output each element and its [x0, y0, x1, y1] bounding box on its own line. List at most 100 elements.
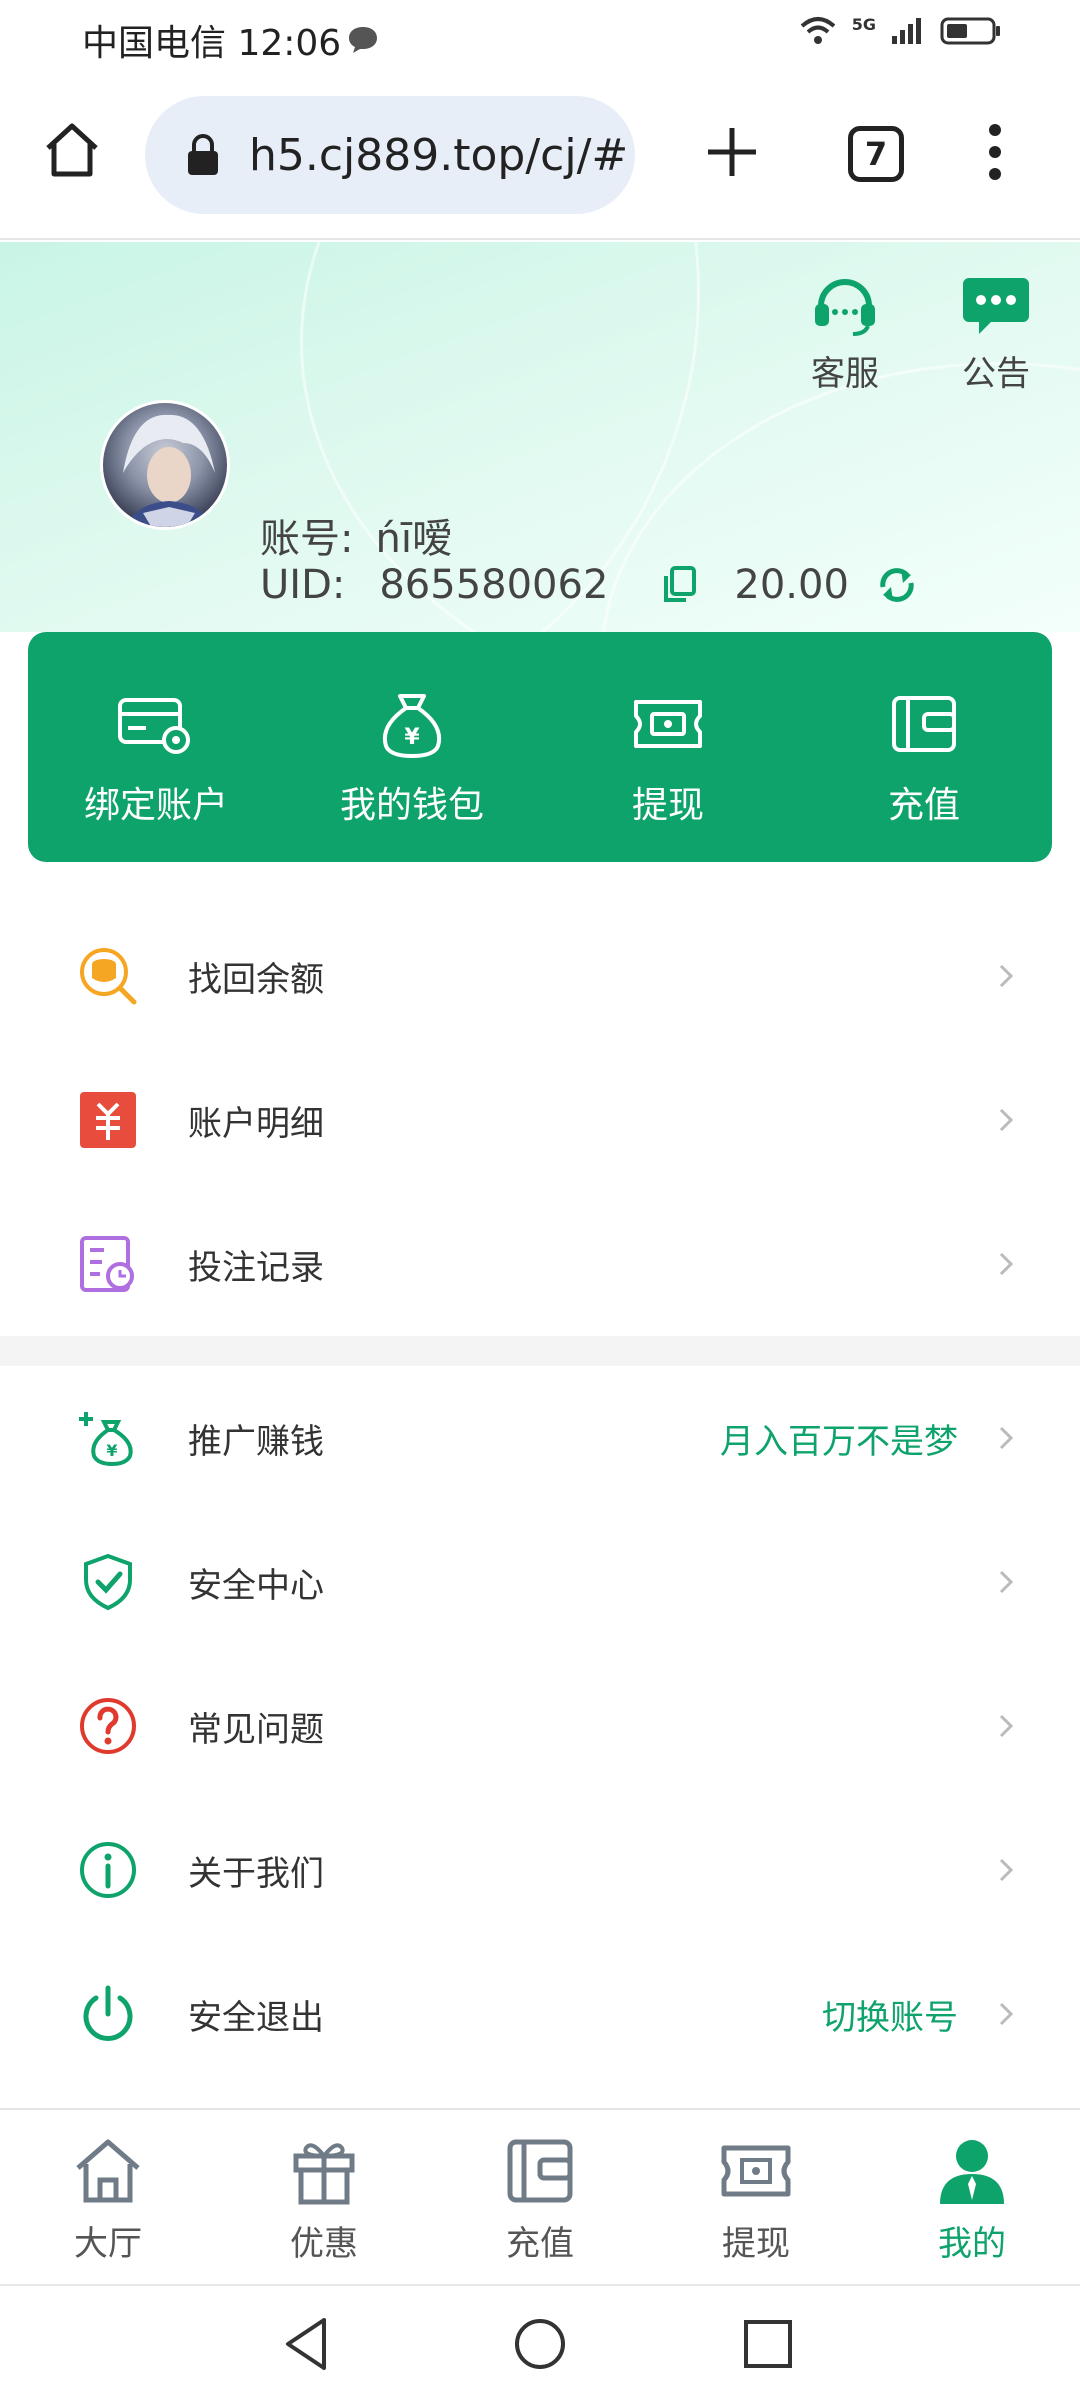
account-label: 账号:: [260, 516, 354, 562]
home-circle-icon[interactable]: [510, 2314, 570, 2374]
switch-account-link[interactable]: 切换账号: [822, 1990, 958, 2039]
question-icon: [80, 1698, 136, 1754]
nav-withdraw[interactable]: 提现: [648, 2110, 864, 2284]
wifi-icon: [800, 17, 836, 44]
chevron-right-icon: [999, 1108, 1014, 1132]
menu-item-recover-balance[interactable]: 找回余额: [0, 904, 1080, 1048]
nav-recharge[interactable]: 充值: [432, 2110, 648, 2284]
refresh-icon[interactable]: [875, 565, 919, 605]
nav-lobby-label: 大厅: [74, 2224, 142, 2264]
nav-promotions[interactable]: 优惠: [216, 2110, 432, 2284]
my-wallet-button[interactable]: ¥ 我的钱包: [284, 632, 540, 862]
recharge-button[interactable]: 充值: [796, 632, 1052, 862]
profile-header: 客服 公告 账号: ńī嗳 UID: 865580062 20.00: [0, 242, 1080, 632]
chevron-right-icon: [999, 1426, 1014, 1450]
withdraw-button[interactable]: 提现: [540, 632, 796, 862]
back-triangle-icon[interactable]: [278, 2314, 338, 2374]
menu-label-bet-records: 投注记录: [188, 1247, 324, 1288]
menu-group-records: 找回余额 账户明细 投注记录: [0, 904, 1080, 1336]
menu-label-security-center: 安全中心: [188, 1565, 324, 1606]
battery-icon: [940, 17, 1000, 45]
recents-square-icon[interactable]: [738, 2314, 798, 2374]
gift-icon: [293, 2143, 355, 2205]
menu-label-logout: 安全退出: [188, 1997, 324, 2038]
shield-check-icon: [84, 1553, 132, 1611]
quick-actions-card: 绑定账户 ¥ 我的钱包 提现 充值: [28, 632, 1052, 862]
svg-text:¥: ¥: [404, 725, 420, 750]
address-bar[interactable]: h5.cj889.top/cj/#: [145, 96, 635, 214]
bind-account-button[interactable]: 绑定账户: [28, 632, 284, 862]
nav-lobby[interactable]: 大厅: [0, 2110, 216, 2284]
chevron-right-icon: [999, 1858, 1014, 1882]
more-menu-icon[interactable]: [980, 120, 1010, 184]
menu-item-about-us[interactable]: 关于我们: [0, 1798, 1080, 1942]
chevron-right-icon: [999, 1252, 1014, 1276]
ticket-cash-icon: [634, 700, 702, 748]
menu-item-security-center[interactable]: 安全中心: [0, 1510, 1080, 1654]
customer-service-label: 客服: [811, 354, 879, 394]
menu-label-about-us: 关于我们: [188, 1853, 324, 1894]
uid-label: UID:: [260, 562, 346, 608]
notice-label: 公告: [962, 354, 1030, 394]
account-value: ńī嗳: [375, 516, 452, 562]
carrier-time: 中国电信 12:06: [82, 23, 342, 64]
chevron-right-icon: [999, 2002, 1014, 2026]
system-navigation-bar: [0, 2284, 1080, 2400]
customer-service-button[interactable]: 客服: [795, 272, 895, 395]
home-icon: [76, 2139, 140, 2203]
browser-home-icon[interactable]: [40, 118, 104, 182]
menu-label-faq: 常见问题: [188, 1709, 324, 1750]
nav-mine[interactable]: 我的: [864, 2110, 1080, 2284]
section-divider: [0, 1336, 1080, 1366]
recharge-label: 充值: [887, 785, 960, 826]
uid-value: 865580062: [379, 562, 609, 608]
nav-promotions-label: 优惠: [290, 2224, 358, 2264]
wallet-icon: [507, 2139, 573, 2203]
ticket-cash-icon: [721, 2145, 791, 2197]
signal-icon: [892, 18, 921, 44]
nav-withdraw-label: 提现: [722, 2224, 790, 2264]
bet-record-icon: [80, 1236, 134, 1292]
menu-label-promote: 推广赚钱: [188, 1421, 324, 1462]
nav-recharge-label: 充值: [506, 2224, 574, 2264]
svg-text:¥: ¥: [106, 1441, 117, 1460]
message-notification-icon: [349, 27, 378, 53]
promote-icon: ¥: [79, 1412, 133, 1467]
status-right: 5G: [798, 14, 1002, 46]
menu-item-promote[interactable]: ¥ 推广赚钱 月入百万不是梦: [0, 1366, 1080, 1510]
tab-switcher-button[interactable]: 7: [848, 126, 904, 182]
uid-row: UID: 865580062 20.00: [260, 562, 919, 608]
tab-count: 7: [864, 135, 888, 173]
withdraw-label: 提现: [631, 785, 704, 826]
balance-value: 20.00: [734, 562, 849, 608]
info-icon: [80, 1842, 136, 1898]
menu-group-settings: ¥ 推广赚钱 月入百万不是梦 安全中心 常见问题 关于我们 安全退出 切换账号: [0, 1366, 1080, 2086]
menu-item-logout[interactable]: 安全退出 切换账号: [0, 1942, 1080, 2086]
status-bar: 中国电信 12:06 5G: [0, 0, 1080, 72]
bottom-navigation: 大厅 优惠 充值 提现 我的: [0, 2108, 1080, 2284]
network-type: 5G: [851, 14, 876, 34]
account-row: 账号: ńī嗳: [260, 506, 452, 564]
money-bag-icon: ¥: [383, 694, 441, 759]
avatar[interactable]: [100, 400, 230, 530]
chevron-right-icon: [999, 964, 1014, 988]
copy-icon[interactable]: [662, 566, 697, 604]
user-icon: [940, 2140, 1004, 2204]
chevron-right-icon: [999, 1714, 1014, 1738]
notice-button[interactable]: 公告: [946, 272, 1046, 395]
menu-item-faq[interactable]: 常见问题: [0, 1654, 1080, 1798]
ledger-icon: [80, 1092, 136, 1148]
my-wallet-label: 我的钱包: [339, 785, 484, 826]
menu-item-account-details[interactable]: 账户明细: [0, 1048, 1080, 1192]
menu-item-bet-records[interactable]: 投注记录: [0, 1192, 1080, 1336]
bind-account-label: 绑定账户: [83, 785, 228, 826]
browser-toolbar: h5.cj889.top/cj/# 7: [0, 72, 1080, 240]
wallet-icon: [892, 696, 956, 752]
nav-mine-label: 我的: [938, 2224, 1006, 2264]
coin-search-icon: [80, 948, 137, 1005]
new-tab-plus-icon[interactable]: [700, 120, 764, 184]
lock-icon: [188, 134, 218, 175]
headset-icon: [815, 279, 875, 336]
chat-bubble-icon: [963, 278, 1029, 334]
card-settings-icon: [118, 698, 190, 754]
